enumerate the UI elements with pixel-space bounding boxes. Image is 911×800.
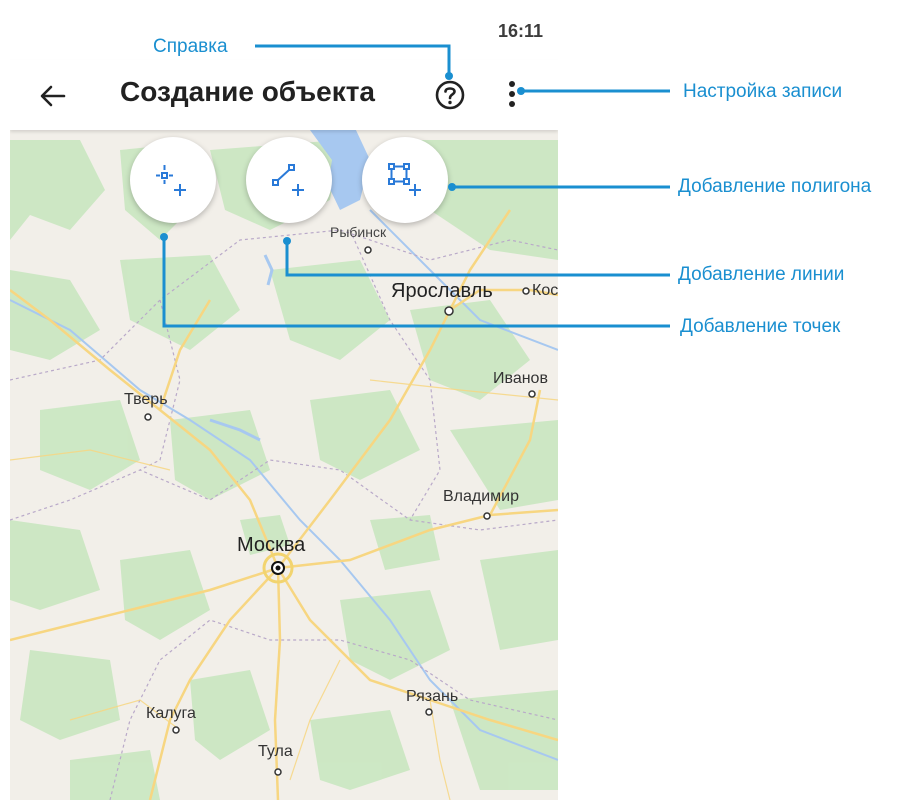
city-label-ivanovo: Иванов xyxy=(493,370,548,387)
status-time: 16:11 xyxy=(498,21,544,41)
city-label-ryazan: Рязань xyxy=(406,688,459,705)
more-vert-icon[interactable] xyxy=(502,78,522,110)
add-polygon-icon xyxy=(388,163,421,196)
back-arrow-icon[interactable] xyxy=(36,79,70,113)
city-label-vladimir: Владимир xyxy=(443,488,520,505)
city-label-yaroslavl: Ярославль xyxy=(391,280,493,302)
add-line-button[interactable] xyxy=(246,137,332,223)
add-point-icon xyxy=(156,165,186,196)
add-line-icon xyxy=(272,164,304,196)
callout-add-line: Добавление линии xyxy=(678,264,845,285)
page-title: Создание объекта xyxy=(120,76,376,107)
status-bar: 16:11 xyxy=(10,0,558,60)
city-label-tver: Тверь xyxy=(124,391,168,408)
callout-add-polygon: Добавление полигона xyxy=(678,176,872,197)
city-label-kaluga: Калуга xyxy=(146,705,196,722)
callout-help: Справка xyxy=(153,36,228,57)
phone-screen: Рыбинск Ярославль Кос Иванов Тверь Влади… xyxy=(10,0,558,800)
help-icon[interactable] xyxy=(432,77,468,113)
city-label-tula: Тула xyxy=(258,743,293,760)
city-label-rybinsk: Рыбинск xyxy=(330,224,387,240)
callout-record-settings: Настройка записи xyxy=(683,81,843,102)
add-point-button[interactable] xyxy=(130,137,216,223)
city-label-kostroma: Кос xyxy=(532,282,558,299)
app-bar: Создание объекта xyxy=(10,60,558,130)
city-label-moscow: Москва xyxy=(237,534,306,556)
add-polygon-button[interactable] xyxy=(362,137,448,223)
callout-add-points: Добавление точек xyxy=(680,316,841,337)
